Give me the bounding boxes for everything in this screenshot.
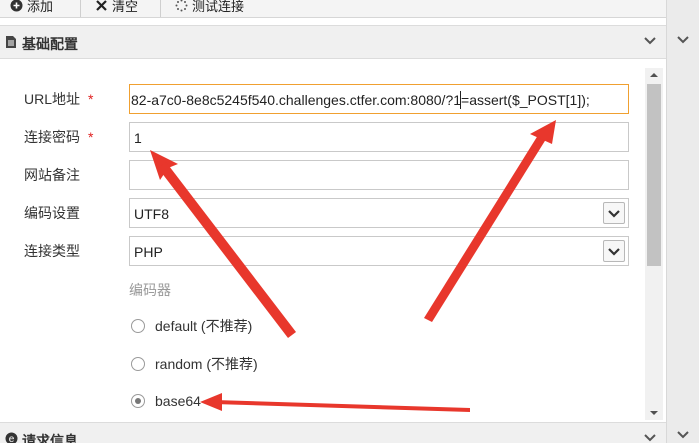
encoding-label: 编码设置: [24, 205, 80, 221]
shell-editor-window: 添加 清空 测试连接 基础配置 URL地址 * 82-a7c0-8e8c5245f…: [0, 0, 699, 443]
clear-button[interactable]: 清空: [95, 0, 138, 15]
type-select[interactable]: PHP: [129, 236, 629, 266]
chevron-down-icon[interactable]: [644, 433, 656, 443]
basic-config-header[interactable]: 基础配置: [0, 25, 666, 59]
url-label-text: URL地址: [24, 91, 81, 107]
section-title: 基础配置: [22, 36, 78, 52]
close-icon: [96, 0, 107, 11]
required-mark: *: [88, 91, 94, 107]
encoder-option-default[interactable]: default (不推荐): [131, 316, 252, 336]
plus-circle-icon: [10, 0, 23, 11]
annotation-arrow-head: [200, 393, 222, 411]
toolbar-divider: [160, 0, 161, 17]
scroll-up-arrow[interactable]: [645, 68, 663, 82]
chevron-down-icon: [608, 248, 620, 256]
toolbar-divider: [80, 0, 81, 17]
option-label: default (不推荐): [155, 318, 253, 334]
ie-icon: e: [5, 432, 18, 443]
request-info-header[interactable]: e 请求信息: [0, 422, 666, 443]
scrollbar-thumb[interactable]: [647, 84, 661, 266]
add-button[interactable]: 添加: [10, 0, 53, 15]
vertical-scrollbar[interactable]: [645, 68, 663, 420]
required-mark: *: [88, 129, 94, 145]
spinner-icon: [175, 0, 188, 11]
svg-text:e: e: [9, 434, 15, 443]
encoding-select[interactable]: UTF8: [129, 198, 629, 228]
note-label: 网站备注: [24, 167, 80, 183]
chevron-down-icon[interactable]: [644, 36, 656, 46]
test-connection-button[interactable]: 测试连接: [175, 0, 244, 15]
type-value: PHP: [134, 244, 163, 260]
annotation-arrow-shaft: [214, 400, 470, 412]
scroll-down-arrow[interactable]: [645, 406, 663, 420]
option-label: base64: [155, 393, 201, 409]
option-label: random (不推荐): [155, 356, 258, 372]
test-connection-label: 测试连接: [192, 0, 245, 14]
chevron-down-icon: [608, 210, 620, 218]
url-input[interactable]: 82-a7c0-8e8c5245f540.challenges.ctfer.co…: [129, 84, 629, 114]
password-input[interactable]: 1: [129, 122, 629, 152]
radio-button-selected[interactable]: [131, 394, 145, 408]
encoder-title: 编码器: [129, 282, 171, 298]
password-label: 连接密码 *: [24, 127, 93, 147]
encoder-option-random[interactable]: random (不推荐): [131, 354, 258, 374]
triangle-down-icon: [650, 411, 658, 415]
document-icon: [6, 36, 16, 48]
window-edge: [666, 0, 699, 443]
add-button-label: 添加: [27, 0, 54, 14]
chevron-down-icon[interactable]: [677, 35, 689, 45]
password-value: 1: [134, 130, 142, 146]
section-title: 请求信息: [22, 433, 78, 443]
url-label: URL地址 *: [24, 89, 93, 109]
toolbar: 添加 清空 测试连接: [0, 0, 666, 18]
password-label-text: 连接密码: [24, 129, 80, 145]
radio-button[interactable]: [131, 319, 145, 333]
type-label: 连接类型: [24, 243, 80, 259]
dropdown-button[interactable]: [603, 202, 625, 224]
text-caret: [460, 91, 461, 109]
encoding-value: UTF8: [134, 206, 169, 222]
chevron-down-icon[interactable]: [677, 430, 689, 440]
note-input[interactable]: [129, 160, 629, 190]
url-value: 82-a7c0-8e8c5245f540.challenges.ctfer.co…: [131, 92, 590, 108]
radio-button[interactable]: [131, 357, 145, 371]
encoder-option-base64[interactable]: base64: [131, 393, 201, 409]
dropdown-button[interactable]: [603, 240, 625, 262]
clear-button-label: 清空: [112, 0, 139, 14]
triangle-up-icon: [650, 73, 658, 77]
